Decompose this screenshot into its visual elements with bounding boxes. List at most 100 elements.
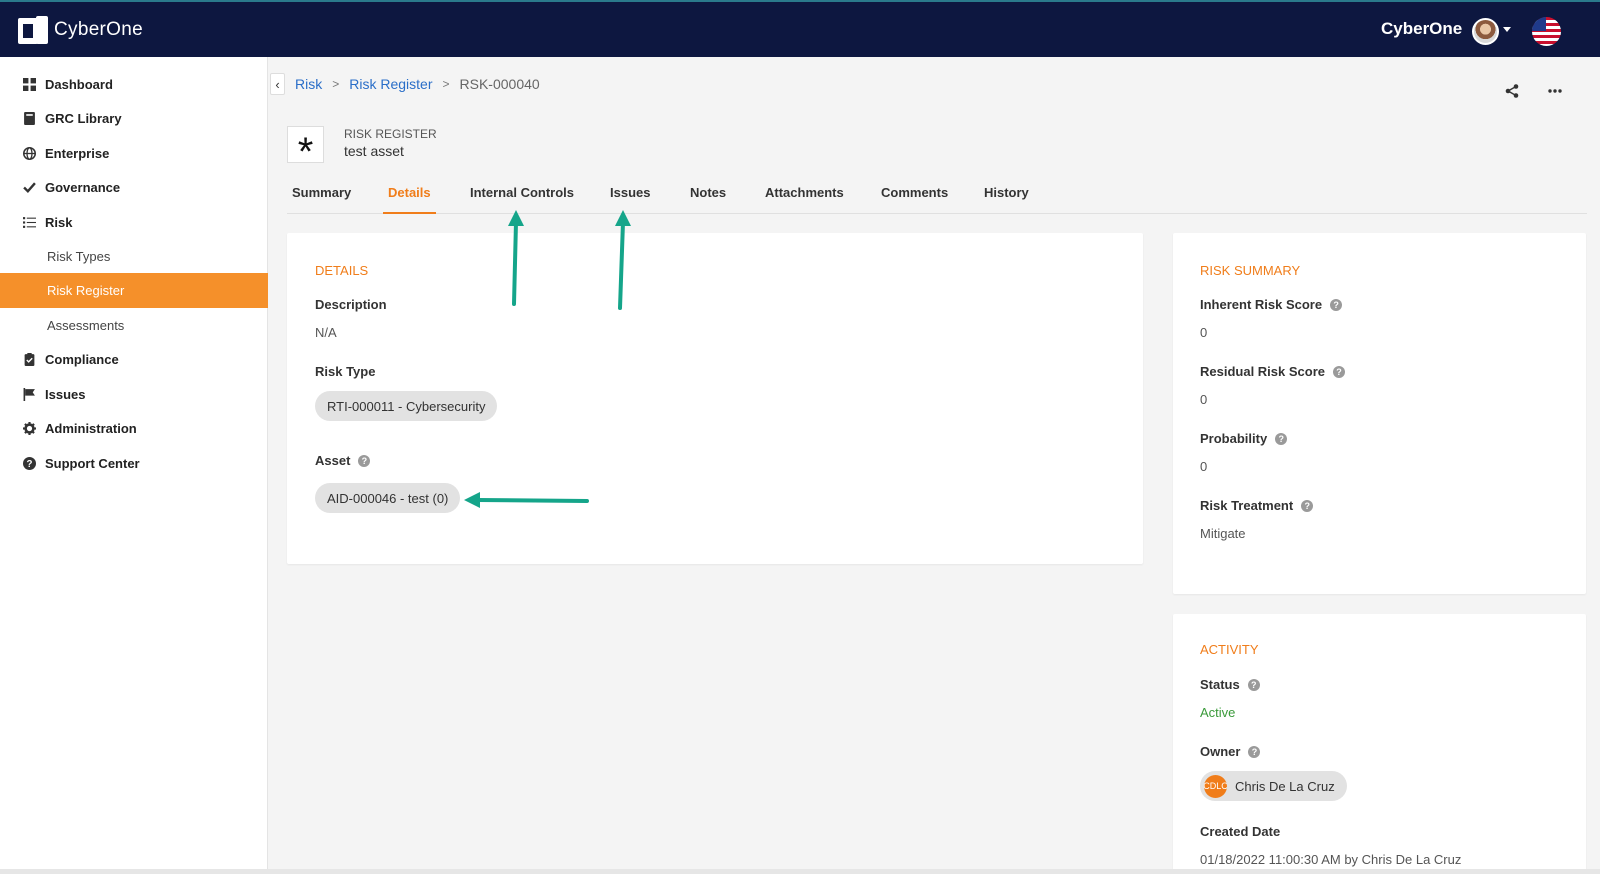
residual-risk-label-row: Residual Risk Score?: [1200, 364, 1345, 379]
tab-bar: Summary Details Internal Controls Issues…: [287, 180, 1587, 214]
risk-type-chip[interactable]: RTI-000011 - Cybersecurity: [315, 391, 498, 421]
created-date-label: Created Date: [1200, 824, 1281, 839]
sidebar-item-label: Risk Register: [47, 283, 125, 298]
help-icon[interactable]: ?: [1333, 365, 1345, 378]
tab-details[interactable]: Details: [383, 180, 436, 214]
inherent-risk-label: Inherent Risk Score: [1200, 297, 1323, 312]
logo-icon: [18, 16, 48, 44]
asset-label-row: Asset?: [315, 453, 371, 468]
breadcrumb-link-risk[interactable]: Risk: [295, 76, 322, 92]
sidebar-item-label: Administration: [45, 421, 137, 436]
chevron-down-icon[interactable]: [1503, 27, 1511, 32]
tab-summary[interactable]: Summary: [287, 180, 356, 214]
risk-treatment-label-row: Risk Treatment?: [1200, 498, 1314, 513]
help-icon[interactable]: ?: [1247, 678, 1260, 691]
asset-value: AID-000046 - test (0): [327, 490, 449, 506]
breadcrumb: ‹ Risk > Risk Register > RSK-000040: [270, 72, 540, 96]
sidebar-item-administration[interactable]: Administration: [0, 411, 268, 446]
help-icon[interactable]: ?: [1275, 432, 1288, 445]
annotation-arrow-up: [615, 210, 631, 310]
owner-avatar: CDLC: [1204, 774, 1227, 798]
sidebar: Dashboard GRC Library Enterprise Governa…: [0, 57, 268, 874]
sidebar-item-risk[interactable]: Risk: [0, 205, 268, 240]
us-flag-icon[interactable]: [1532, 17, 1561, 46]
clipboard-icon: [24, 353, 35, 366]
app-name: CyberOne: [54, 19, 143, 40]
activity-card: ACTIVITY Status? Active Owner? CDLC Chri…: [1173, 614, 1586, 874]
residual-risk-value: 0: [1200, 392, 1208, 407]
description-label: Description: [315, 297, 387, 312]
breadcrumb-separator: >: [442, 77, 450, 91]
sidebar-item-risk-types[interactable]: Risk Types: [0, 239, 268, 274]
help-icon[interactable]: ?: [1248, 745, 1261, 758]
risk-type-value: RTI-000011 - Cybersecurity: [327, 398, 486, 414]
sidebar-item-label: Dashboard: [45, 77, 113, 92]
sidebar-item-issues[interactable]: Issues: [0, 377, 268, 412]
sidebar-item-label: GRC Library: [45, 111, 122, 126]
tab-comments[interactable]: Comments: [876, 180, 953, 214]
description-value: N/A: [315, 325, 337, 340]
book-icon: [24, 112, 35, 125]
breadcrumb-link-risk-register[interactable]: Risk Register: [349, 76, 432, 92]
sidebar-item-label: Enterprise: [45, 146, 110, 161]
bottom-strip: [0, 869, 1600, 874]
sidebar-item-label: Risk: [45, 215, 73, 230]
sidebar-item-label: Support Center: [45, 456, 140, 471]
risk-treatment-label: Risk Treatment: [1200, 498, 1294, 513]
sidebar-item-grc-library[interactable]: GRC Library: [0, 101, 268, 136]
help-icon[interactable]: ?: [1330, 298, 1343, 311]
risk-summary-card: RISK SUMMARY Inherent Risk Score? 0 Resi…: [1173, 233, 1586, 594]
asterisk-icon: *: [287, 126, 324, 172]
sidebar-item-support-center[interactable]: ? Support Center: [0, 446, 268, 481]
help-icon[interactable]: ?: [358, 454, 371, 467]
owner-label-row: Owner?: [1200, 744, 1261, 759]
sidebar-item-label: Compliance: [45, 352, 119, 367]
record-type: RISK REGISTER: [344, 127, 437, 141]
owner-chip[interactable]: CDLC Chris De La Cruz: [1200, 771, 1347, 801]
breadcrumb-current: RSK-000040: [459, 76, 540, 92]
top-bar: CyberOne CyberOne: [0, 0, 1600, 57]
breadcrumb-separator: >: [332, 77, 340, 91]
sidebar-item-enterprise[interactable]: Enterprise: [0, 136, 268, 171]
asset-label: Asset: [315, 453, 351, 468]
tab-history[interactable]: History: [979, 180, 1034, 214]
inherent-risk-label-row: Inherent Risk Score?: [1200, 297, 1343, 312]
asset-chip[interactable]: AID-000046 - test (0): [315, 483, 461, 513]
inherent-risk-value: 0: [1200, 325, 1208, 340]
status-label: Status: [1200, 677, 1240, 692]
user-avatar[interactable]: [1472, 18, 1499, 45]
grid-icon: [23, 78, 36, 91]
probability-value: 0: [1200, 459, 1208, 474]
sidebar-item-risk-register[interactable]: Risk Register: [0, 273, 268, 308]
sidebar-item-compliance[interactable]: Compliance: [0, 342, 268, 377]
probability-label: Probability: [1200, 431, 1268, 446]
annotation-arrow-up: [508, 210, 524, 306]
sidebar-item-label: Risk Types: [47, 249, 111, 264]
question-icon: ?: [23, 457, 36, 470]
details-section-title: DETAILS: [315, 263, 369, 278]
details-card: DETAILS Description N/A Risk Type RTI-00…: [287, 233, 1143, 564]
tenant-name: CyberOne: [1381, 19, 1463, 38]
tab-attachments[interactable]: Attachments: [760, 180, 849, 214]
list-icon: [23, 217, 36, 228]
risk-type-label: Risk Type: [315, 364, 376, 379]
risk-treatment-value: Mitigate: [1200, 526, 1246, 541]
record-title: test asset: [344, 143, 404, 159]
owner-label: Owner: [1200, 744, 1241, 759]
flag-icon: [23, 388, 35, 401]
app-logo[interactable]: CyberOne: [18, 16, 143, 44]
sidebar-item-dashboard[interactable]: Dashboard: [0, 67, 268, 102]
created-date-value: 01/18/2022 11:00:30 AM by Chris De La Cr…: [1200, 852, 1462, 867]
tab-notes[interactable]: Notes: [685, 180, 731, 214]
help-icon[interactable]: ?: [1301, 499, 1314, 512]
annotation-arrow-left: [464, 492, 589, 508]
sidebar-item-assessments[interactable]: Assessments: [0, 308, 268, 343]
probability-label-row: Probability?: [1200, 431, 1288, 446]
more-icon[interactable]: [1547, 84, 1563, 98]
gear-icon: [23, 422, 36, 435]
sidebar-item-governance[interactable]: Governance: [0, 170, 268, 205]
status-value: Active: [1200, 705, 1236, 720]
share-icon[interactable]: [1505, 84, 1519, 98]
svg-text:?: ?: [27, 459, 33, 470]
back-button[interactable]: ‹: [270, 73, 285, 95]
